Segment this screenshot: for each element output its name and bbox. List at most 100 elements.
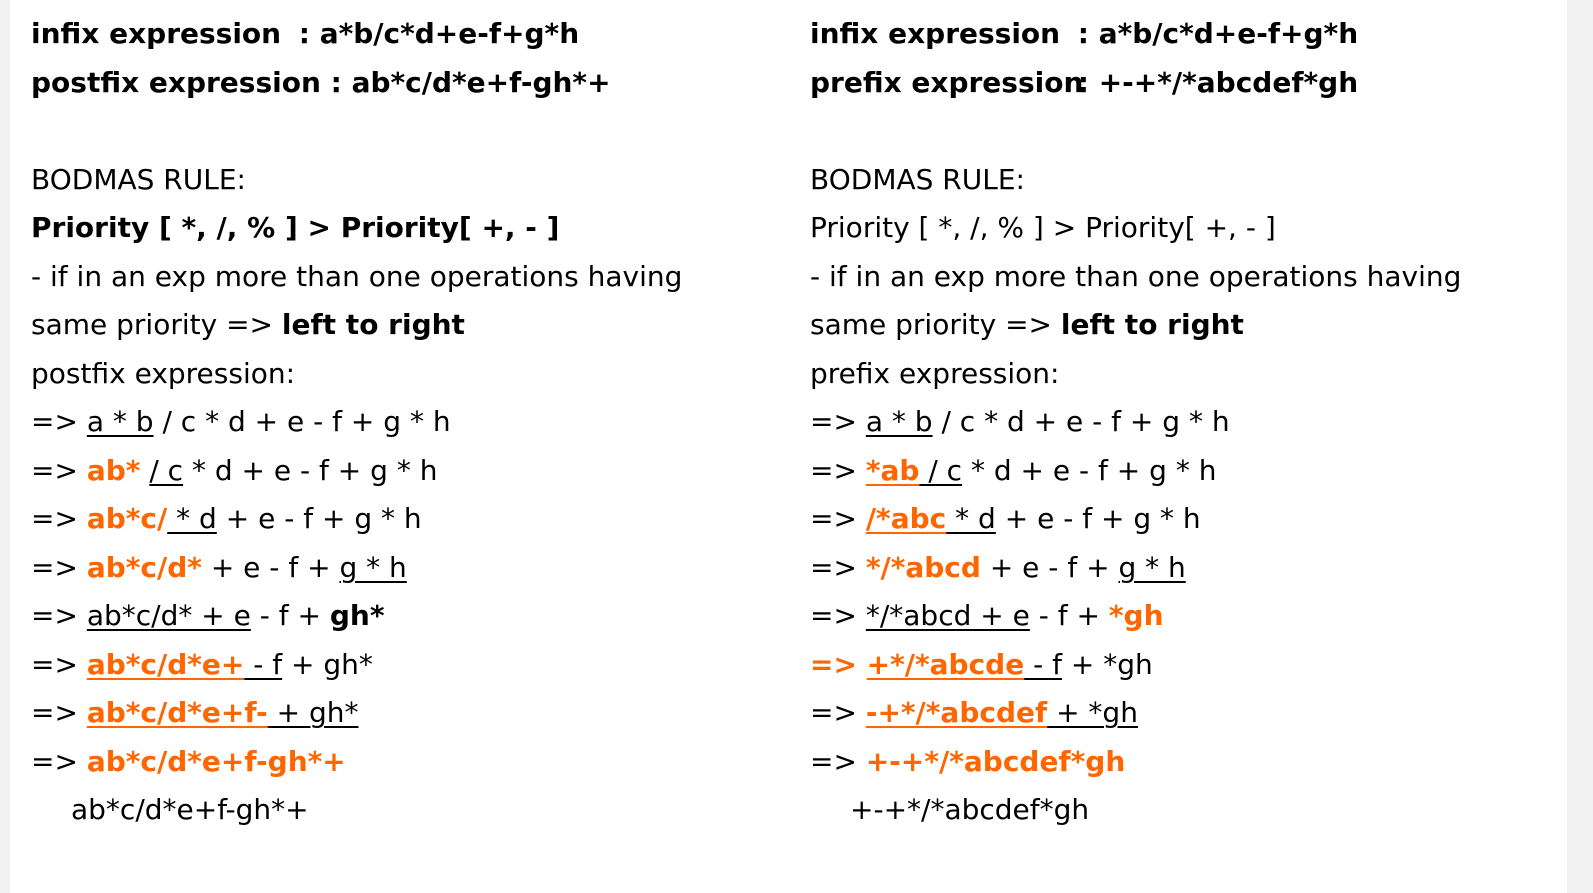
bodmas-title: BODMAS RULE: <box>810 162 1025 196</box>
step-segment: / c <box>919 453 963 487</box>
step-segment: + e - f + <box>980 550 1119 584</box>
step-segment: => <box>810 696 866 729</box>
step-segment: + gh* <box>267 696 359 729</box>
step-segment: ab*c/ <box>86 502 168 535</box>
step-segment: +-+*/*abcdef*gh <box>865 744 1126 778</box>
step-segment: /*abc <box>865 502 947 535</box>
step-segment: a * b <box>86 405 154 438</box>
expression-title: postfix expression: <box>31 356 296 390</box>
step-segment: ab*c/d*e+f-gh*+ <box>86 744 346 778</box>
rule-line-2-bold: left to right <box>281 308 465 341</box>
step-segment: ab*c/d* <box>86 550 202 584</box>
step-segment: * d <box>167 502 217 535</box>
step-segment: + e - f + g * h <box>216 502 422 535</box>
header-label: postfix expression <box>31 65 321 99</box>
step-segment: *ab <box>865 453 920 487</box>
final-result: +-+*/*abcdef*gh <box>850 793 1090 826</box>
step-line: => -+*/*abcdef + *gh <box>810 689 1550 738</box>
step-segment: + *gh <box>1061 647 1153 681</box>
step-segment: ab* <box>86 453 141 487</box>
prefix-column: infix expression : a*b/c*d+e-f+g*h prefi… <box>810 10 1550 835</box>
step-segment: */*abcd <box>865 550 981 584</box>
step-segment: / c * d + e - f + g * h <box>153 405 451 438</box>
priority-rule: Priority [ *, /, % ] > Priority[ +, - ] <box>810 211 1276 244</box>
step-line: => ab*c/d* + e - f + gh* <box>31 592 771 641</box>
step-line: => */*abcd + e - f + g * h <box>810 544 1550 593</box>
step-segment: => <box>810 744 866 778</box>
step-line: => *ab / c * d + e - f + g * h <box>810 447 1550 496</box>
step-segment: => <box>31 647 87 681</box>
infix-header-line: infix expression : a*b/c*d+e-f+g*h <box>810 10 1550 59</box>
rule-line-2-prefix: same priority => <box>810 308 1061 341</box>
step-segment: -+*/*abcdef <box>865 696 1048 729</box>
step-line: => /*abc * d + e - f + g * h <box>810 495 1550 544</box>
infix-header-line: infix expression : a*b/c*d+e-f+g*h <box>31 10 771 59</box>
step-line: => +-+*/*abcdef*gh <box>810 738 1550 787</box>
step-line: => ab*c/d*e+f-gh*+ <box>31 738 771 787</box>
header-sep: : <box>1068 65 1099 99</box>
step-segment: *gh <box>1108 599 1164 632</box>
step-segment: * d <box>946 502 996 535</box>
postfix-header-line: postfix expression : ab*c/d*e+f-gh*+ <box>31 59 771 108</box>
header-value: a*b/c*d+e-f+g*h <box>319 17 580 50</box>
step-line: => a * b / c * d + e - f + g * h <box>810 398 1550 447</box>
step-segment: + *gh <box>1047 696 1138 729</box>
step-segment: => <box>31 453 87 487</box>
bodmas-title: BODMAS RULE: <box>31 162 246 196</box>
header-label: infix expression <box>31 17 282 50</box>
left-margin-strip <box>0 0 10 893</box>
step-segment: ab*c/d*e+f- <box>86 696 268 729</box>
step-segment: / c * d + e - f + g * h <box>932 405 1230 438</box>
step-segment: g * h <box>1118 550 1186 584</box>
step-segment: / c <box>149 453 184 487</box>
step-segment: => <box>31 744 87 778</box>
header-value: +-+*/*abcdef*gh <box>1098 65 1359 99</box>
step-segment: => <box>31 502 87 535</box>
conversion-steps: => a * b / c * d + e - f + g * h => *ab /… <box>810 398 1550 786</box>
step-segment: - f + <box>250 599 330 632</box>
step-segment: => <box>31 550 87 584</box>
step-line: => */*abcd + e - f + *gh <box>810 592 1550 641</box>
priority-rule: Priority [ *, /, % ] > Priority[ +, - ] <box>31 211 560 244</box>
right-margin-strip <box>1567 0 1593 893</box>
step-segment: g * h <box>339 550 407 584</box>
rule-line-1: - if in an exp more than one operations … <box>31 259 683 293</box>
final-result: ab*c/d*e+f-gh*+ <box>71 793 309 826</box>
step-line: => ab*c/d*e+ - f + gh* <box>31 641 771 690</box>
header-label: infix expression <box>810 17 1061 50</box>
step-line: => a * b / c * d + e - f + g * h <box>31 398 771 447</box>
header-sep: : <box>320 65 352 99</box>
header-value: ab*c/d*e+f-gh*+ <box>351 65 611 99</box>
step-segment: => <box>810 599 866 632</box>
rule-line-2-bold: left to right <box>1060 308 1244 341</box>
header-sep: : <box>1068 17 1099 50</box>
step-segment <box>140 454 149 487</box>
step-line: => +*/*abcde - f + *gh <box>810 641 1550 690</box>
step-segment: + e - f + g * h <box>995 502 1201 535</box>
conversion-steps: => a * b / c * d + e - f + g * h => ab* /… <box>31 398 771 786</box>
step-segment: */*abcd + e <box>865 599 1030 632</box>
postfix-column: infix expression : a*b/c*d+e-f+g*h postf… <box>31 10 771 835</box>
step-line: => ab* / c * d + e - f + g * h <box>31 447 771 496</box>
rule-line-1: - if in an exp more than one operations … <box>810 259 1462 293</box>
step-segment: => <box>810 502 866 535</box>
step-segment: => <box>31 696 87 729</box>
step-segment: => <box>810 550 866 584</box>
step-line: => ab*c/d* + e - f + g * h <box>31 544 771 593</box>
step-segment: * d + e - f + g * h <box>183 453 438 487</box>
step-segment: a * b <box>865 405 933 438</box>
step-segment: * d + e - f + g * h <box>962 453 1217 487</box>
step-segment: => <box>810 405 866 438</box>
step-segment: + gh* <box>282 647 373 681</box>
step-segment: ab*c/d*e+ <box>86 647 245 681</box>
rule-line-2: same priority => left to right <box>31 301 771 350</box>
step-segment: => <box>810 453 866 487</box>
prefix-header-line: prefix expression : +-+*/*abcdef*gh <box>810 59 1550 108</box>
rule-line-2: same priority => left to right <box>810 301 1550 350</box>
step-line: => ab*c/ * d + e - f + g * h <box>31 495 771 544</box>
step-segment: => <box>31 405 87 438</box>
step-line: => ab*c/d*e+f- + gh* <box>31 689 771 738</box>
step-segment: +*/*abcde <box>866 647 1025 681</box>
